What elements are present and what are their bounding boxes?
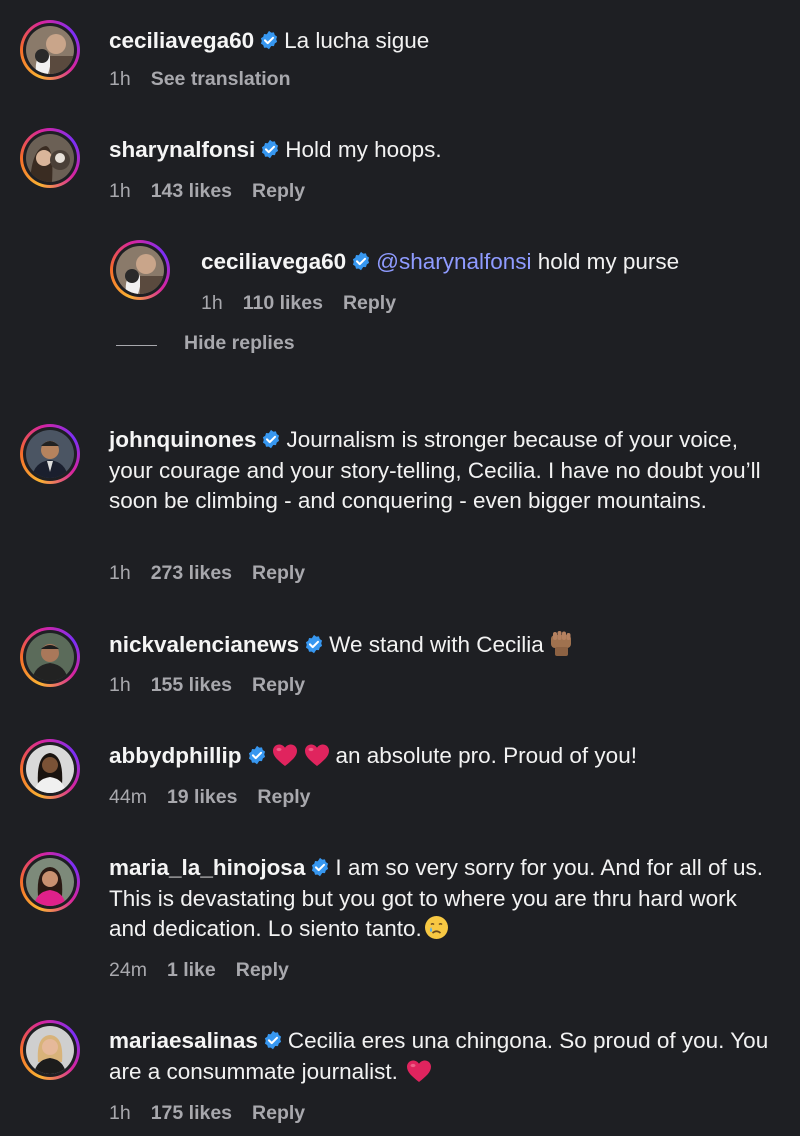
- like-count[interactable]: 273 likes: [151, 562, 232, 584]
- avatar[interactable]: [20, 424, 80, 484]
- reply-button[interactable]: Reply: [252, 562, 305, 584]
- like-count[interactable]: 175 likes: [151, 1102, 232, 1124]
- avatar[interactable]: [20, 128, 80, 188]
- comment-meta: 1h 273 likes Reply: [109, 562, 305, 585]
- timestamp: 1h: [109, 180, 131, 202]
- timestamp: 44m: [109, 786, 147, 808]
- reply-button[interactable]: Reply: [252, 674, 305, 696]
- reply-button[interactable]: Reply: [252, 1102, 305, 1124]
- username[interactable]: sharynalfonsi: [109, 137, 255, 162]
- timestamp: 1h: [109, 674, 131, 696]
- comment-body: maria_la_hinojosa I am so very sorry for …: [109, 853, 778, 945]
- comment-text: La lucha sigue: [284, 28, 430, 53]
- red-heart-emoji-icon: [272, 743, 298, 767]
- divider-line: [116, 345, 157, 346]
- comment-text: Hold my hoops.: [285, 137, 442, 162]
- verified-badge-icon: [309, 857, 331, 879]
- crying-face-emoji-icon: [424, 915, 449, 940]
- hide-replies-button[interactable]: Hide replies: [116, 331, 316, 359]
- timestamp: 1h: [109, 68, 131, 90]
- avatar[interactable]: [20, 20, 80, 80]
- red-heart-emoji-icon: [304, 743, 330, 767]
- see-translation-button[interactable]: See translation: [151, 68, 291, 90]
- hide-replies-label: Hide replies: [184, 332, 295, 354]
- mention-link[interactable]: @sharynalfonsi: [376, 249, 531, 274]
- verified-badge-icon: [246, 745, 268, 767]
- red-heart-emoji-icon: [406, 1059, 432, 1083]
- comment-text: an absolute pro. Proud of you!: [335, 743, 637, 768]
- reply-button[interactable]: Reply: [236, 959, 289, 981]
- like-count[interactable]: 110 likes: [243, 292, 323, 314]
- username[interactable]: ceciliavega60: [201, 249, 346, 274]
- like-count[interactable]: 155 likes: [151, 674, 232, 696]
- reply-button[interactable]: Reply: [257, 786, 310, 808]
- raised-fist-emoji-icon: [548, 629, 574, 657]
- verified-badge-icon: [350, 251, 372, 273]
- username[interactable]: ceciliavega60: [109, 28, 254, 53]
- comment-meta: 24m 1 like Reply: [109, 959, 289, 982]
- comment-body: ceciliavega60 @sharynalfonsi hold my purs…: [201, 247, 778, 278]
- comment-meta: 1h 143 likes Reply: [109, 180, 305, 203]
- comment-meta: 1h 110 likes Reply: [201, 292, 396, 315]
- username[interactable]: abbydphillip: [109, 743, 242, 768]
- comment-meta: 1h 155 likes Reply: [109, 674, 305, 697]
- comment-meta: 44m 19 likes Reply: [109, 786, 311, 809]
- comment-meta: 1h See translation: [109, 68, 291, 91]
- avatar[interactable]: [20, 852, 80, 912]
- verified-badge-icon: [262, 1030, 284, 1052]
- verified-badge-icon: [258, 30, 280, 52]
- comment-body: abbydphillip an absolute pro. Proud of yo…: [109, 741, 778, 772]
- comment-text: We stand with Cecilia: [329, 632, 544, 657]
- comment-body: johnquinones Journalism is stronger becau…: [109, 425, 778, 517]
- comment-meta: 1h 175 likes Reply: [109, 1102, 305, 1125]
- username[interactable]: maria_la_hinojosa: [109, 855, 305, 880]
- comment-body: nickvalencianews We stand with Cecilia: [109, 629, 778, 661]
- avatar[interactable]: [110, 240, 170, 300]
- verified-badge-icon: [259, 139, 281, 161]
- verified-badge-icon: [260, 429, 282, 451]
- username[interactable]: mariaesalinas: [109, 1028, 258, 1053]
- comment-body: mariaesalinas Cecilia eres una chingona. …: [109, 1026, 778, 1087]
- verified-badge-icon: [303, 634, 325, 656]
- comment-text: hold my purse: [531, 249, 680, 274]
- avatar[interactable]: [20, 1020, 80, 1080]
- reply-button[interactable]: Reply: [252, 180, 305, 202]
- like-count[interactable]: 143 likes: [151, 180, 232, 202]
- comment-body: sharynalfonsi Hold my hoops.: [109, 135, 778, 166]
- timestamp: 24m: [109, 959, 147, 981]
- timestamp: 1h: [109, 562, 131, 584]
- avatar[interactable]: [20, 739, 80, 799]
- username[interactable]: nickvalencianews: [109, 632, 299, 657]
- like-count[interactable]: 19 likes: [167, 786, 237, 808]
- comment-body: ceciliavega60 La lucha sigue: [109, 26, 778, 57]
- like-count[interactable]: 1 like: [167, 959, 216, 981]
- username[interactable]: johnquinones: [109, 427, 256, 452]
- timestamp: 1h: [201, 292, 223, 314]
- timestamp: 1h: [109, 1102, 131, 1124]
- avatar[interactable]: [20, 627, 80, 687]
- reply-button[interactable]: Reply: [343, 292, 396, 314]
